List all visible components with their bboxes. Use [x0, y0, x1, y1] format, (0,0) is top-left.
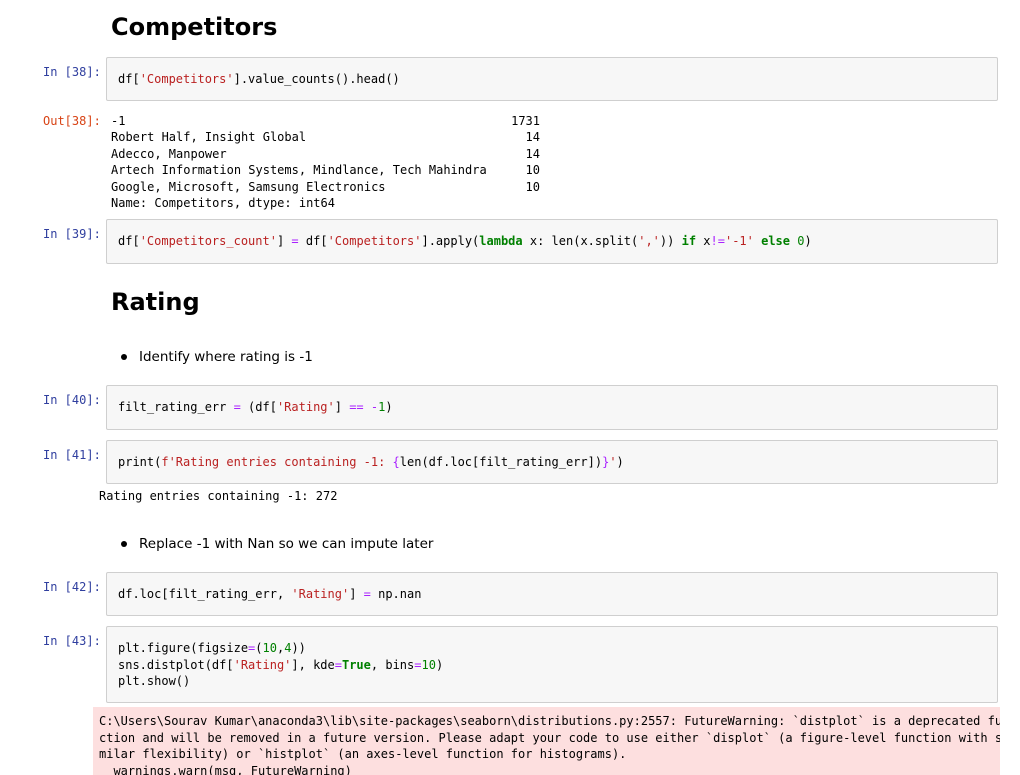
output-row-count: 1731 — [511, 114, 540, 128]
output-row-label: Adecco, Manpower — [111, 146, 227, 161]
markdown-bullet: Replace -1 with Nan so we can impute lat… — [139, 536, 434, 552]
bullet-icon — [121, 541, 127, 547]
output-row-count: 14 — [525, 130, 540, 144]
output-footer: Name: Competitors, dtype: int64 — [111, 196, 335, 210]
stdout-output: Rating entries containing -1: 272 — [99, 489, 338, 503]
cell-prompt: In [41]: — [43, 448, 101, 462]
code-line: filt_rating_err = (df['Rating'] == -1) — [118, 400, 393, 414]
code-cell-39[interactable]: df['Competitors_count'] = df['Competitor… — [106, 219, 998, 264]
code-line: print(f'Rating entries containing -1: {l… — [118, 455, 624, 469]
code-cell-43[interactable]: plt.figure(figsize=(10,4)) sns.distplot(… — [106, 626, 998, 703]
code-line: plt.figure(figsize=(10,4)) — [118, 641, 306, 655]
output-row-label: Google, Microsoft, Samsung Electronics — [111, 179, 386, 194]
output-prompt: Out[38]: — [43, 114, 101, 128]
markdown-bullet: Identify where rating is -1 — [139, 349, 313, 365]
cell-prompt: In [42]: — [43, 580, 101, 594]
code-line: df['Competitors_count'] = df['Competitor… — [118, 234, 812, 248]
output-row-count: 10 — [525, 163, 540, 177]
code-cell-41[interactable]: print(f'Rating entries containing -1: {l… — [106, 440, 998, 484]
output-row-label: Robert Half, Insight Global — [111, 130, 307, 144]
cell-prompt: In [43]: — [43, 634, 101, 648]
output-row-count: 10 — [525, 179, 540, 194]
code-line: df.loc[filt_rating_err, 'Rating'] = np.n… — [118, 587, 422, 601]
code-cell-40[interactable]: filt_rating_err = (df['Rating'] == -1) — [106, 385, 998, 430]
cell-prompt: In [40]: — [43, 393, 101, 407]
code-cell-38[interactable]: df['Competitors'].value_counts().head() — [106, 57, 998, 101]
warning-text: C:\Users\Sourav Kumar\anaconda3\lib\site… — [99, 714, 1000, 775]
bullet-icon — [121, 354, 127, 360]
cell-prompt: In [38]: — [43, 65, 101, 79]
code-cell-42[interactable]: df.loc[filt_rating_err, 'Rating'] = np.n… — [106, 572, 998, 616]
section-heading-rating: Rating — [111, 288, 200, 316]
code-line: df['Competitors'].value_counts().head() — [118, 72, 400, 86]
code-line: sns.distplot(df['Rating'], kde=True, bin… — [118, 657, 444, 672]
output-row-label: -1 — [111, 114, 126, 128]
code-line: plt.show() — [118, 674, 191, 688]
cell-prompt: In [39]: — [43, 227, 101, 241]
stderr-warning-output: C:\Users\Sourav Kumar\anaconda3\lib\site… — [93, 707, 1000, 775]
output-row-label: Artech Information Systems, Mindlance, T… — [111, 163, 487, 177]
output-row-count: 14 — [525, 146, 540, 161]
section-heading-competitors: Competitors — [111, 13, 278, 41]
